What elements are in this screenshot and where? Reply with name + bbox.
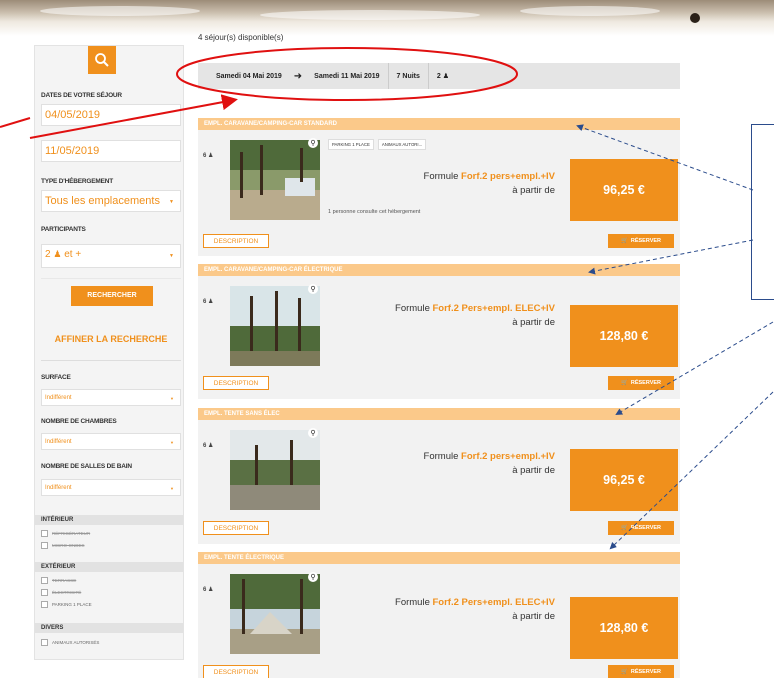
annotation-red-line [0,117,31,128]
annotation-blue-arrow [576,124,754,191]
annotation-overlay [0,47,774,550]
annotation-red-arrow [29,94,238,139]
annotation-blue-arrow [615,321,774,416]
annotation-blue-arrow [588,239,754,275]
annotation-ellipse [176,47,518,101]
annotation-blue-arrow [609,391,774,550]
